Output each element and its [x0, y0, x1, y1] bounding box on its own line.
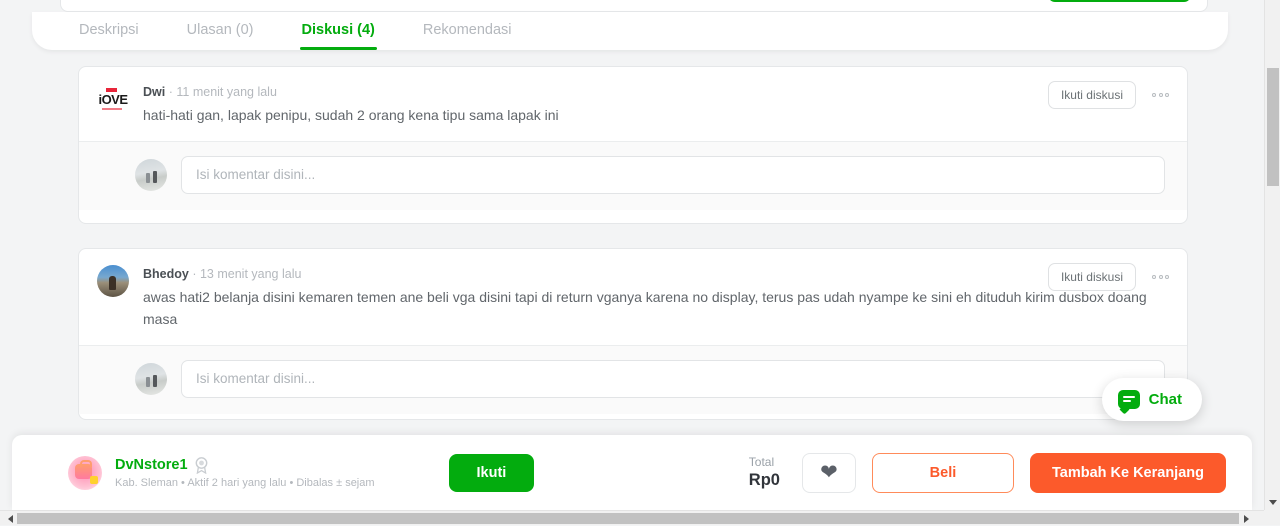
meta-separator: · — [192, 267, 196, 281]
discussion-card: Bhedoy · 13 menit yang lalu awas hati2 b… — [78, 248, 1188, 420]
discussion-post-row: Bhedoy · 13 menit yang lalu awas hati2 b… — [97, 265, 1169, 331]
chat-button[interactable]: Chat — [1102, 378, 1202, 421]
horizontal-scrollbar[interactable] — [0, 510, 1280, 525]
total-value: Rp0 — [749, 471, 780, 490]
page-viewport: Q&A Ada pertanyaan? Diskusikan dengan pe… — [0, 0, 1264, 510]
tab-deskripsi[interactable]: Deskripsi — [79, 22, 139, 50]
discussion-post: iOVE Dwi · 11 menit yang lalu hati-hati … — [79, 67, 1187, 141]
wishlist-button[interactable]: ❤ — [802, 453, 856, 493]
meta-separator: · — [169, 85, 173, 99]
store-meta: Kab. Sleman • Aktif 2 hari yang lalu • D… — [115, 477, 375, 489]
discussion-message: hati-hati gan, lapak penipu, sudah 2 ora… — [143, 105, 1169, 127]
discussion-actions: Ikuti diskusi — [1048, 81, 1171, 109]
total-label: Total — [749, 455, 780, 469]
more-options-icon[interactable] — [1150, 89, 1171, 101]
discussion-post: Bhedoy · 13 menit yang lalu awas hati2 b… — [79, 249, 1187, 345]
scroll-right-arrow-icon[interactable] — [1240, 511, 1256, 526]
store-name[interactable]: DvNstore1 — [115, 457, 188, 473]
comment-input[interactable] — [181, 156, 1165, 194]
discussion-meta: Dwi · 11 menit yang lalu — [143, 84, 1169, 100]
bottom-action-bar: DvNstore1 Kab. Sleman • Aktif 2 hari yan… — [12, 435, 1252, 510]
store-text-block: DvNstore1 Kab. Sleman • Aktif 2 hari yan… — [115, 457, 375, 489]
store-avatar-icon — [68, 456, 102, 490]
iove-logo-avatar: iOVE — [97, 83, 129, 115]
more-options-icon[interactable] — [1150, 271, 1171, 283]
tab-diskusi[interactable]: Diskusi (4) — [302, 22, 375, 50]
horizontal-scrollbar-thumb[interactable] — [17, 513, 1239, 524]
comment-input[interactable] — [181, 360, 1165, 398]
scrollbar-corner — [1264, 510, 1280, 525]
scroll-left-arrow-icon[interactable] — [0, 511, 16, 526]
photo-avatar — [97, 265, 129, 297]
discussion-time: 11 menit yang lalu — [176, 85, 277, 99]
award-badge-icon — [194, 457, 209, 474]
store-info[interactable]: DvNstore1 Kab. Sleman • Aktif 2 hari yan… — [68, 456, 375, 490]
follow-discussion-button[interactable]: Ikuti diskusi — [1048, 263, 1136, 291]
heart-icon: ❤ — [820, 462, 838, 483]
discussion-author[interactable]: Dwi — [143, 85, 165, 99]
total-block: Total Rp0 — [749, 455, 780, 490]
buy-button[interactable]: Beli — [872, 453, 1014, 493]
vertical-scrollbar-thumb[interactable] — [1267, 68, 1279, 186]
discussion-body: Dwi · 11 menit yang lalu hati-hati gan, … — [143, 83, 1169, 127]
chat-bubble-icon — [1118, 390, 1140, 409]
qa-banner: Q&A Ada pertanyaan? Diskusikan dengan pe… — [60, 0, 1208, 12]
discussion-author[interactable]: Bhedoy — [143, 267, 189, 281]
discussion-actions: Ikuti diskusi — [1048, 263, 1171, 291]
user-avatar — [135, 159, 167, 191]
add-to-cart-button[interactable]: Tambah Ke Keranjang — [1030, 453, 1226, 493]
discussion-body: Bhedoy · 13 menit yang lalu awas hati2 b… — [143, 265, 1169, 331]
comment-area — [79, 345, 1187, 414]
write-question-button[interactable]: Tulis Pertanyaan — [1048, 0, 1191, 2]
chat-label: Chat — [1149, 391, 1182, 408]
vertical-scrollbar[interactable] — [1264, 0, 1280, 510]
follow-store-button[interactable]: Ikuti — [449, 454, 535, 492]
discussion-meta: Bhedoy · 13 menit yang lalu — [143, 266, 1169, 282]
follow-discussion-button[interactable]: Ikuti diskusi — [1048, 81, 1136, 109]
scroll-down-arrow-icon[interactable] — [1265, 494, 1280, 510]
discussion-post-row: iOVE Dwi · 11 menit yang lalu hati-hati … — [97, 83, 1169, 127]
tab-rekomendasi[interactable]: Rekomendasi — [423, 22, 512, 50]
tab-ulasan[interactable]: Ulasan (0) — [187, 22, 254, 50]
product-tabbar: Deskripsi Ulasan (0) Diskusi (4) Rekomen… — [32, 12, 1228, 50]
comment-area — [79, 141, 1187, 210]
discussion-card: iOVE Dwi · 11 menit yang lalu hati-hati … — [78, 66, 1188, 224]
discussion-time: 13 menit yang lalu — [200, 267, 301, 281]
user-avatar — [135, 363, 167, 395]
store-name-row: DvNstore1 — [115, 457, 375, 474]
discussion-message: awas hati2 belanja disini kemaren temen … — [143, 287, 1169, 330]
purchase-actions: Total Rp0 ❤ Beli Tambah Ke Keranjang — [749, 453, 1226, 493]
